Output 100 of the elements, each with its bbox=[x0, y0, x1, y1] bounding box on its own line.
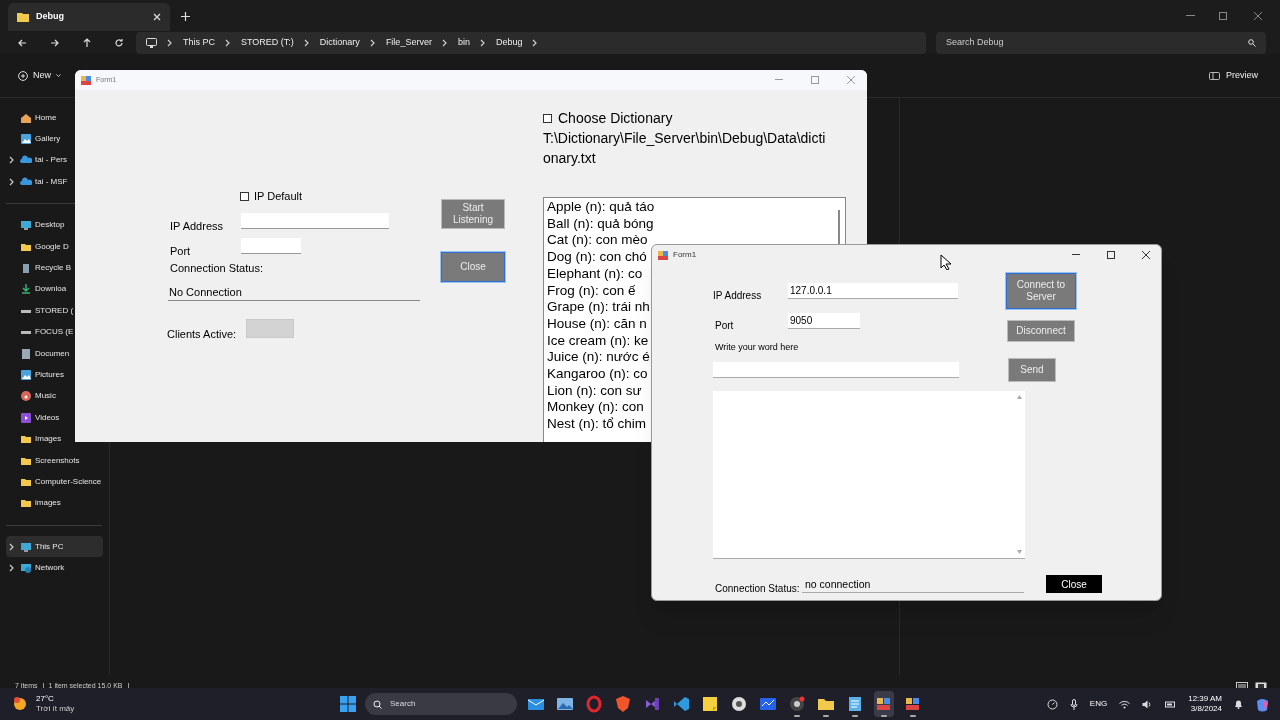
sidebar-item[interactable]: tai - MSF bbox=[0, 171, 69, 193]
list-item[interactable]: Cat (n): con mèo bbox=[547, 232, 648, 250]
sidebar-item[interactable]: Screenshots bbox=[0, 449, 81, 472]
sidebar-item[interactable]: tai - Pers bbox=[0, 149, 68, 172]
refresh-icon[interactable] bbox=[114, 38, 124, 48]
sidebar-item[interactable]: Images bbox=[0, 428, 63, 450]
taskbar-app[interactable] bbox=[874, 691, 894, 717]
cursor-icon bbox=[940, 254, 952, 270]
notepad-icon bbox=[846, 695, 864, 713]
sidebar-item[interactable]: Documen bbox=[0, 342, 71, 365]
plus-icon bbox=[18, 70, 28, 81]
sidebar-item[interactable]: Videos bbox=[0, 407, 61, 429]
status-field: No Connection bbox=[168, 284, 420, 301]
list-item[interactable]: Nest (n): tổ chim bbox=[547, 416, 647, 433]
list-item[interactable]: Grape (n): trái nh bbox=[547, 299, 650, 316]
sidebar-item[interactable]: Gallery bbox=[0, 128, 62, 150]
bell-icon[interactable] bbox=[1234, 699, 1243, 709]
breadcrumb[interactable]: This PC bbox=[183, 36, 215, 50]
sidebar-item[interactable]: Home bbox=[0, 107, 58, 129]
start-icon[interactable] bbox=[340, 696, 356, 712]
status-label: Connection Status: bbox=[170, 261, 263, 276]
up-icon[interactable] bbox=[82, 38, 92, 48]
folder-icon bbox=[20, 433, 32, 446]
battery-icon[interactable] bbox=[1165, 699, 1177, 709]
input-field[interactable]: 127.0.0.1 bbox=[788, 283, 958, 299]
microphone-icon[interactable] bbox=[1069, 698, 1078, 710]
maximize-icon[interactable] bbox=[1107, 251, 1115, 259]
list-item[interactable]: Apple (n): quả táo bbox=[547, 199, 655, 216]
breadcrumb[interactable]: Debug bbox=[495, 36, 523, 50]
form-button[interactable]: Close bbox=[441, 252, 505, 282]
sidebar-item[interactable]: This PC bbox=[6, 536, 103, 558]
download-icon bbox=[20, 283, 32, 296]
list-item[interactable]: Ball (n): quả bóng bbox=[547, 215, 654, 233]
new-button[interactable]: New bbox=[18, 68, 61, 83]
add-tab-icon[interactable] bbox=[181, 11, 190, 21]
clock-date[interactable]: 3/8/2024 bbox=[1190, 704, 1222, 714]
back-icon[interactable] bbox=[18, 38, 28, 48]
list-item[interactable]: Juice (n): nước é bbox=[547, 349, 650, 367]
list-item[interactable]: Frog (n): con ế bbox=[547, 282, 636, 300]
preview-button[interactable]: Preview bbox=[1209, 68, 1258, 83]
sidebar-item[interactable]: images bbox=[0, 492, 62, 515]
input-field[interactable] bbox=[241, 238, 301, 254]
form-button[interactable]: Connect to Server bbox=[1006, 273, 1076, 309]
volume-icon[interactable] bbox=[1142, 699, 1154, 709]
minimize-icon[interactable] bbox=[1186, 15, 1195, 17]
breadcrumb[interactable]: Dictionary bbox=[319, 36, 360, 50]
form-button[interactable]: Disconnect bbox=[1007, 320, 1075, 342]
list-item[interactable]: Elephant (n): co bbox=[547, 265, 643, 283]
chevron-icon bbox=[9, 156, 15, 165]
clock-time[interactable]: 12:39 AM bbox=[1188, 694, 1222, 704]
sidebar-item[interactable]: Google D bbox=[0, 235, 70, 258]
input-field[interactable] bbox=[713, 362, 959, 378]
sidebar-item[interactable]: STORED ( bbox=[0, 300, 75, 322]
search-field[interactable]: Search Debug bbox=[936, 32, 1266, 54]
sidebar-item[interactable]: Network bbox=[0, 557, 109, 579]
caret-icon bbox=[56, 73, 61, 78]
sidebar-item[interactable]: Computer-Science bbox=[0, 471, 103, 493]
running-indicator bbox=[794, 715, 800, 717]
form-button[interactable]: Start Listening bbox=[441, 199, 505, 229]
minimize-icon[interactable] bbox=[1072, 254, 1080, 256]
form-icon bbox=[904, 695, 922, 713]
folder-icon bbox=[20, 497, 32, 510]
forward-icon[interactable] bbox=[50, 38, 60, 48]
form-button[interactable]: Send bbox=[1008, 358, 1056, 382]
sidebar-item[interactable]: Pictures bbox=[0, 364, 65, 386]
window-tab[interactable]: Debug bbox=[8, 3, 170, 31]
sidebar-item[interactable]: Music bbox=[0, 385, 57, 408]
list-item[interactable]: Kangaroo (n): co bbox=[547, 366, 648, 383]
assistant-icon[interactable] bbox=[1255, 696, 1270, 712]
sidebar-item[interactable]: Recycle B bbox=[0, 257, 72, 279]
list-item[interactable]: Lion (n): con sư bbox=[547, 382, 642, 400]
sidebar-item[interactable]: Desktop bbox=[0, 214, 66, 236]
list-item[interactable]: Monkey (n): con bbox=[547, 399, 644, 417]
close-icon[interactable] bbox=[1142, 251, 1150, 259]
close-button[interactable]: Close bbox=[1046, 575, 1102, 593]
list-item[interactable]: House (n): căn n bbox=[547, 315, 647, 333]
breadcrumb[interactable]: File_Server bbox=[385, 36, 432, 50]
sidebar-item[interactable]: FOCUS (E bbox=[0, 321, 75, 343]
maximize-icon[interactable] bbox=[1219, 12, 1227, 20]
close-icon[interactable] bbox=[1254, 12, 1262, 20]
checkbox[interactable] bbox=[240, 191, 249, 201]
breadcrumb[interactable]: STORED (T:) bbox=[241, 36, 294, 50]
field-label: Clients Active: bbox=[167, 327, 237, 342]
gauge-icon[interactable] bbox=[1046, 698, 1058, 710]
breadcrumb[interactable]: bin bbox=[457, 36, 470, 50]
chevron-icon bbox=[303, 39, 310, 47]
taskbar-search[interactable]: Search bbox=[365, 693, 517, 715]
list-item[interactable]: Ice cream (n): ke bbox=[547, 332, 649, 350]
language-indicator[interactable]: ENG bbox=[1089, 698, 1108, 710]
scrollbar-thumb[interactable] bbox=[838, 210, 840, 246]
list-item[interactable]: Dog (n): con chó bbox=[547, 249, 647, 266]
checkbox-label[interactable]: IP Default bbox=[254, 188, 303, 205]
checkbox[interactable] bbox=[543, 114, 552, 123]
image-icon bbox=[20, 369, 32, 381]
input-field[interactable] bbox=[241, 213, 389, 229]
sidebar-item[interactable]: Downloa bbox=[0, 278, 68, 301]
wifi-icon[interactable] bbox=[1119, 699, 1131, 709]
input-field[interactable]: 9050 bbox=[788, 313, 860, 329]
checkbox-label[interactable]: Choose Dictionary bbox=[558, 108, 673, 129]
address-bar[interactable]: This PC STORED (T:) Dictionary File_Server bin Debug bbox=[136, 32, 926, 54]
